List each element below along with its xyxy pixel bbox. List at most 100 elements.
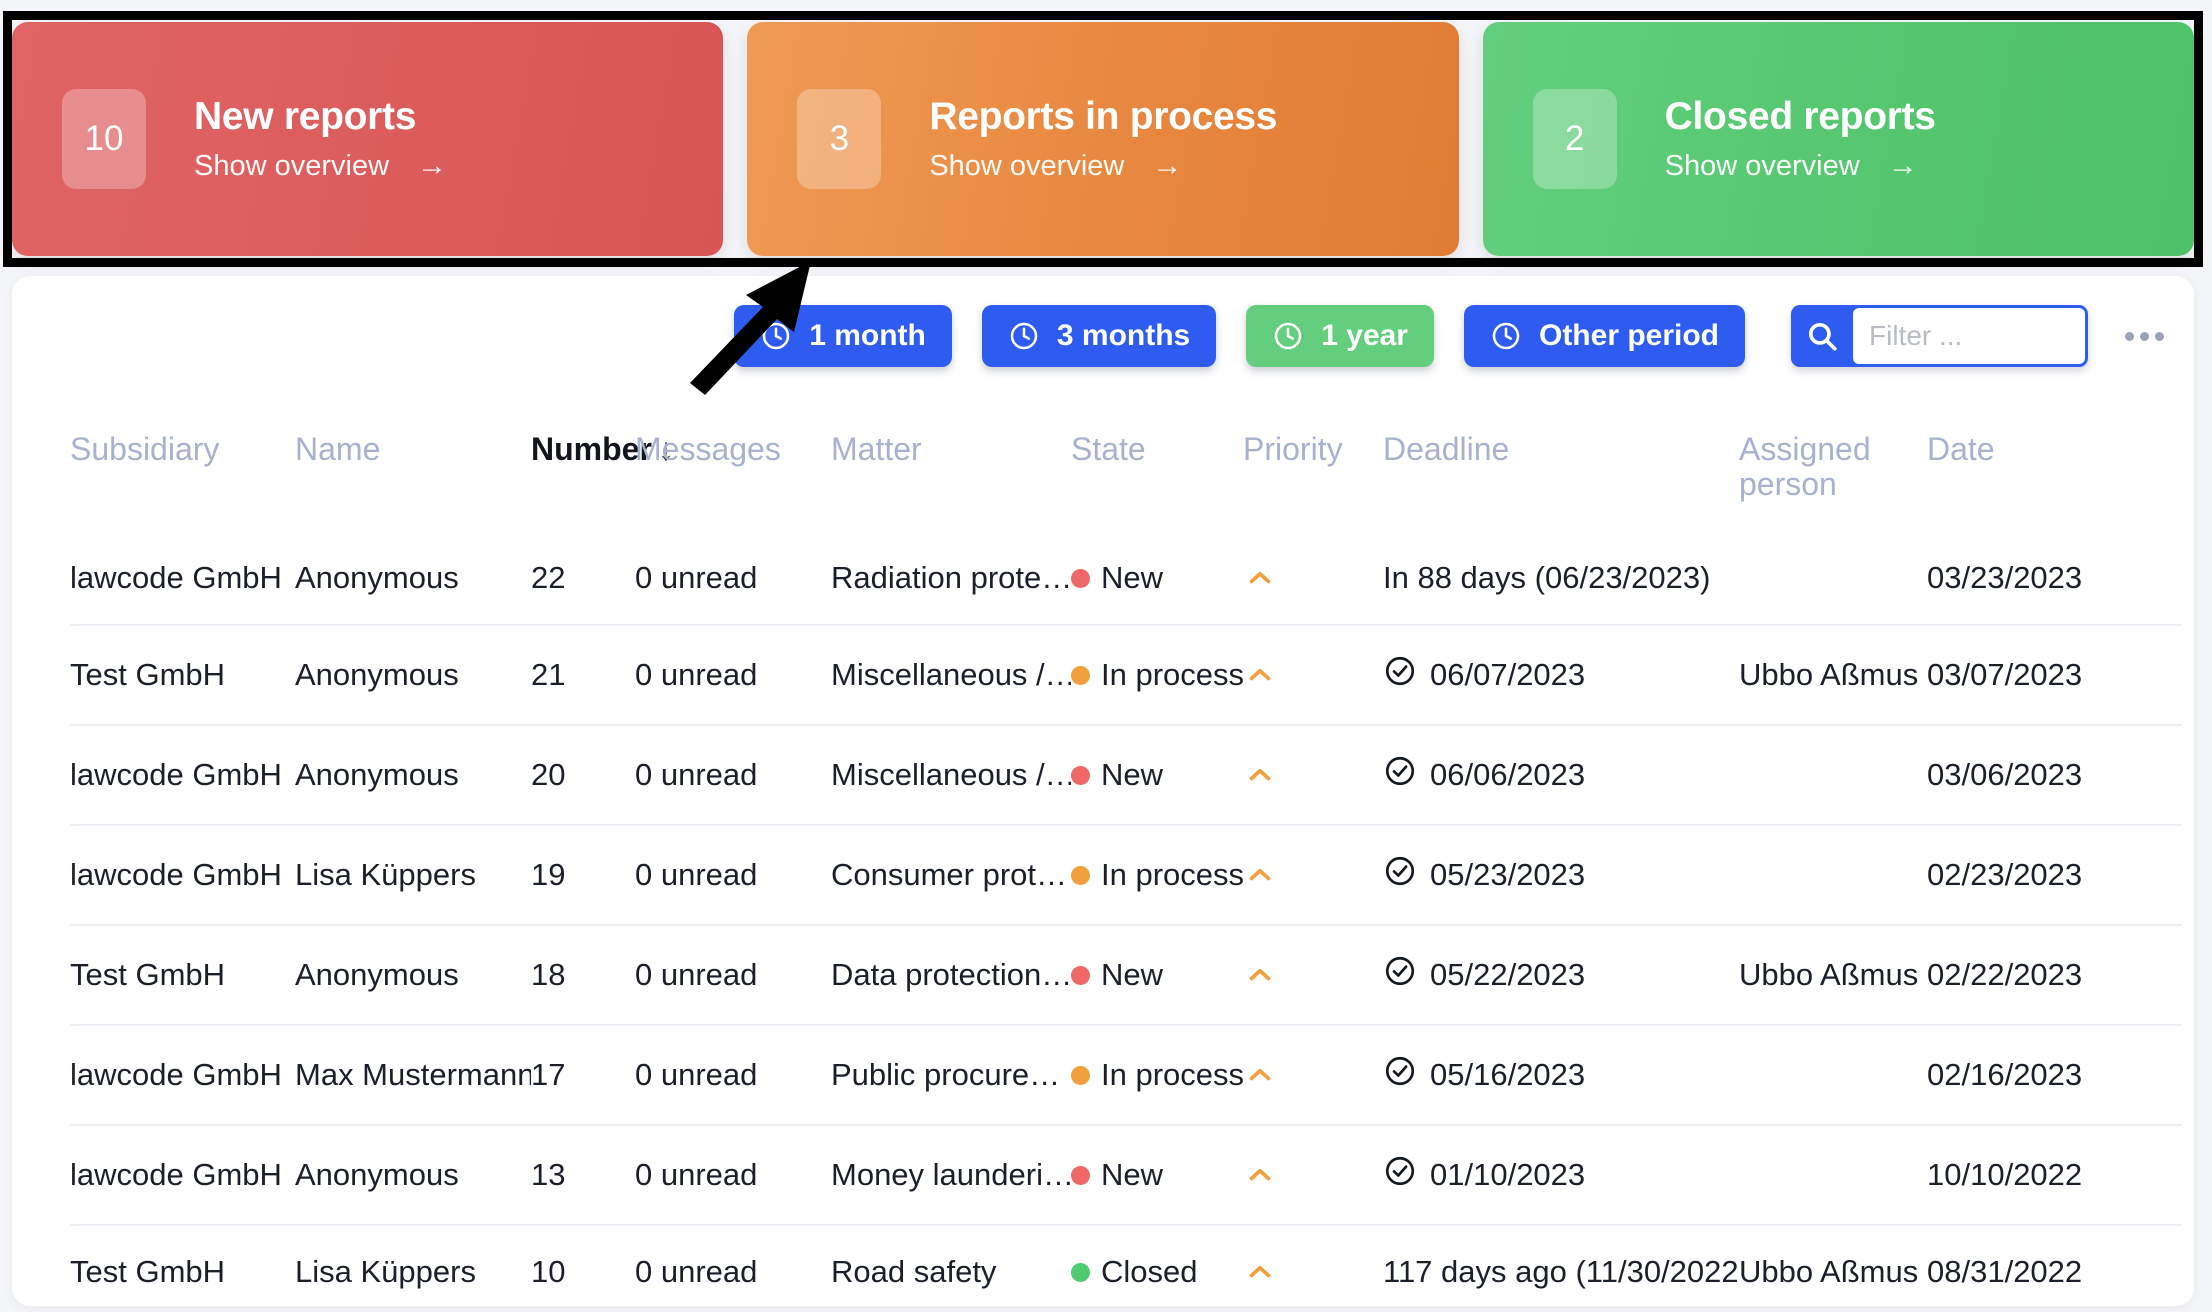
search-icon <box>1791 305 1853 367</box>
status-dot <box>1071 865 1090 885</box>
period-button[interactable]: 3 months <box>981 305 1217 367</box>
name-text: Lisa Küppers <box>295 857 476 893</box>
date-text: 03/06/2023 <box>1927 757 2083 793</box>
cell-priority <box>1243 724 1383 826</box>
deadline-text: 05/16/2023 <box>1430 1057 1586 1093</box>
column-header[interactable]: Date <box>1927 396 2182 532</box>
cell-assigned-person: Ubbo Aßmus <box>1739 1224 1927 1306</box>
cell-date: 03/23/2023 <box>1927 532 2182 625</box>
column-header-label: Assigned person <box>1739 431 1871 503</box>
show-overview-link[interactable]: Show overview → <box>1665 150 1936 183</box>
cell-name: Lisa Küppers <box>295 824 531 926</box>
deadline-text: 05/22/2023 <box>1430 957 1586 993</box>
state-text: New <box>1101 1157 1164 1193</box>
summary-card[interactable]: 10 New reports Show overview → <box>12 22 724 256</box>
status-dot <box>1071 965 1090 985</box>
column-header[interactable]: Priority <box>1243 396 1383 532</box>
reports-table-container[interactable]: Subsidiary Name Number ↓ Messages Matter State… <box>12 396 2194 1306</box>
cell-subsidiary: Test GmbH <box>70 624 295 726</box>
cell-number: 22 <box>531 532 635 625</box>
column-header[interactable]: Matter <box>831 396 1071 532</box>
table-row[interactable]: lawcode GmbH Lisa Küppers 19 0 unread Consum… <box>70 824 2182 926</box>
cell-number: 19 <box>531 824 635 926</box>
cell-name: Anonymous <box>295 624 531 726</box>
table-row[interactable]: lawcode GmbH Anonymous 13 0 unread Money lau… <box>70 1124 2182 1226</box>
period-button[interactable]: 1 year <box>1246 305 1434 367</box>
cell-messages: 0 unread <box>635 724 831 826</box>
cell-subsidiary: lawcode GmbH <box>70 824 295 926</box>
subsidiary-text: lawcode GmbH <box>70 857 282 893</box>
deadline-text: 06/07/2023 <box>1430 657 1586 693</box>
matter-text: Money launderi… <box>831 1157 1071 1193</box>
column-header[interactable]: Deadline <box>1383 396 1739 532</box>
cell-priority <box>1243 1124 1383 1226</box>
summary-card[interactable]: 2 Closed reports Show overview → <box>1482 22 2194 256</box>
column-header[interactable]: Name <box>295 396 531 532</box>
messages-text: 0 unread <box>635 957 758 993</box>
show-overview-label: Show overview <box>929 149 1125 182</box>
column-header[interactable]: Messages <box>635 396 831 532</box>
date-text: 03/23/2023 <box>1927 560 2083 596</box>
cell-name: Anonymous <box>295 1124 531 1226</box>
cell-state: New <box>1071 532 1243 625</box>
matter-text: Data protection… <box>831 957 1071 993</box>
cell-messages: 0 unread <box>635 1124 831 1226</box>
show-overview-link[interactable]: Show overview → <box>194 150 447 183</box>
status-dot <box>1071 665 1090 685</box>
table-row[interactable]: lawcode GmbH Max Mustermann 17 0 unread Publ… <box>70 1024 2182 1126</box>
cell-matter: Miscellaneous /… <box>831 724 1071 826</box>
state-text: In process <box>1101 857 1243 893</box>
table-row[interactable]: Test GmbH Anonymous 21 0 unread Miscellaneou… <box>70 624 2182 726</box>
arrow-right-icon: → <box>1887 149 1918 183</box>
cell-number: 21 <box>531 624 635 726</box>
cell-messages: 0 unread <box>635 1224 831 1306</box>
cell-deadline: 05/23/2023 <box>1383 824 1739 926</box>
summary-card-count: 2 <box>1532 89 1617 189</box>
show-overview-link[interactable]: Show overview → <box>929 150 1277 183</box>
date-text: 03/07/2023 <box>1927 657 2083 693</box>
chevron-up-icon <box>1243 1058 1383 1092</box>
table-row[interactable]: Test GmbH Anonymous 18 0 unread Data protect… <box>70 924 2182 1026</box>
chevron-up-icon <box>1243 658 1383 692</box>
state-text: New <box>1101 957 1164 993</box>
filter-search-box[interactable] <box>1791 305 2088 367</box>
column-header[interactable]: State <box>1071 396 1243 532</box>
summary-card-count: 10 <box>62 89 146 189</box>
period-button[interactable]: 1 month <box>734 305 952 367</box>
check-circle-icon <box>1383 1154 1417 1196</box>
period-button-label: 1 month <box>809 319 926 352</box>
cell-number: 18 <box>531 924 635 1026</box>
messages-text: 0 unread <box>635 657 758 693</box>
cell-messages: 0 unread <box>635 824 831 926</box>
summary-card-title: Closed reports <box>1664 95 1936 139</box>
cell-matter: Data protection… <box>831 924 1071 1026</box>
name-text: Anonymous <box>295 957 459 993</box>
table-row[interactable]: lawcode GmbH Anonymous 22 0 unread Radiation… <box>70 532 2182 625</box>
period-button-label: 1 year <box>1321 319 1408 352</box>
cell-deadline: 06/07/2023 <box>1383 624 1739 726</box>
column-header[interactable]: Number ↓ <box>531 396 674 532</box>
number-text: 17 <box>531 1057 566 1093</box>
number-text: 22 <box>531 560 566 596</box>
search-input[interactable] <box>1853 308 2085 364</box>
subsidiary-text: Test GmbH <box>70 1254 226 1290</box>
clock-icon <box>760 320 792 352</box>
deadline-text: In 88 days (06/23/2023) <box>1383 560 1711 596</box>
number-text: 19 <box>531 857 566 893</box>
cell-subsidiary: lawcode GmbH <box>70 1024 295 1126</box>
cell-number: 20 <box>531 724 635 826</box>
table-row[interactable]: Test GmbH Lisa Küppers 10 0 unread Road safe… <box>70 1224 2182 1306</box>
state-text: Closed <box>1101 1254 1198 1290</box>
period-button[interactable]: Other period <box>1463 305 1745 367</box>
column-header[interactable]: Subsidiary <box>70 396 295 532</box>
summary-card[interactable]: 3 Reports in process Show overview → <box>747 22 1459 256</box>
column-header[interactable]: Assigned person <box>1739 396 1927 532</box>
table-row[interactable]: lawcode GmbH Anonymous 20 0 unread Miscellan… <box>70 724 2182 826</box>
cell-subsidiary: lawcode GmbH <box>70 724 295 826</box>
cell-assigned-person: Ubbo Aßmus <box>1739 624 1927 726</box>
more-options-button[interactable] <box>2116 308 2172 364</box>
cell-deadline: 01/10/2023 <box>1383 1124 1739 1226</box>
subsidiary-text: lawcode GmbH <box>70 1157 282 1193</box>
cell-deadline: 117 days ago (11/30/2022) <box>1383 1224 1739 1306</box>
cell-messages: 0 unread <box>635 1024 831 1126</box>
